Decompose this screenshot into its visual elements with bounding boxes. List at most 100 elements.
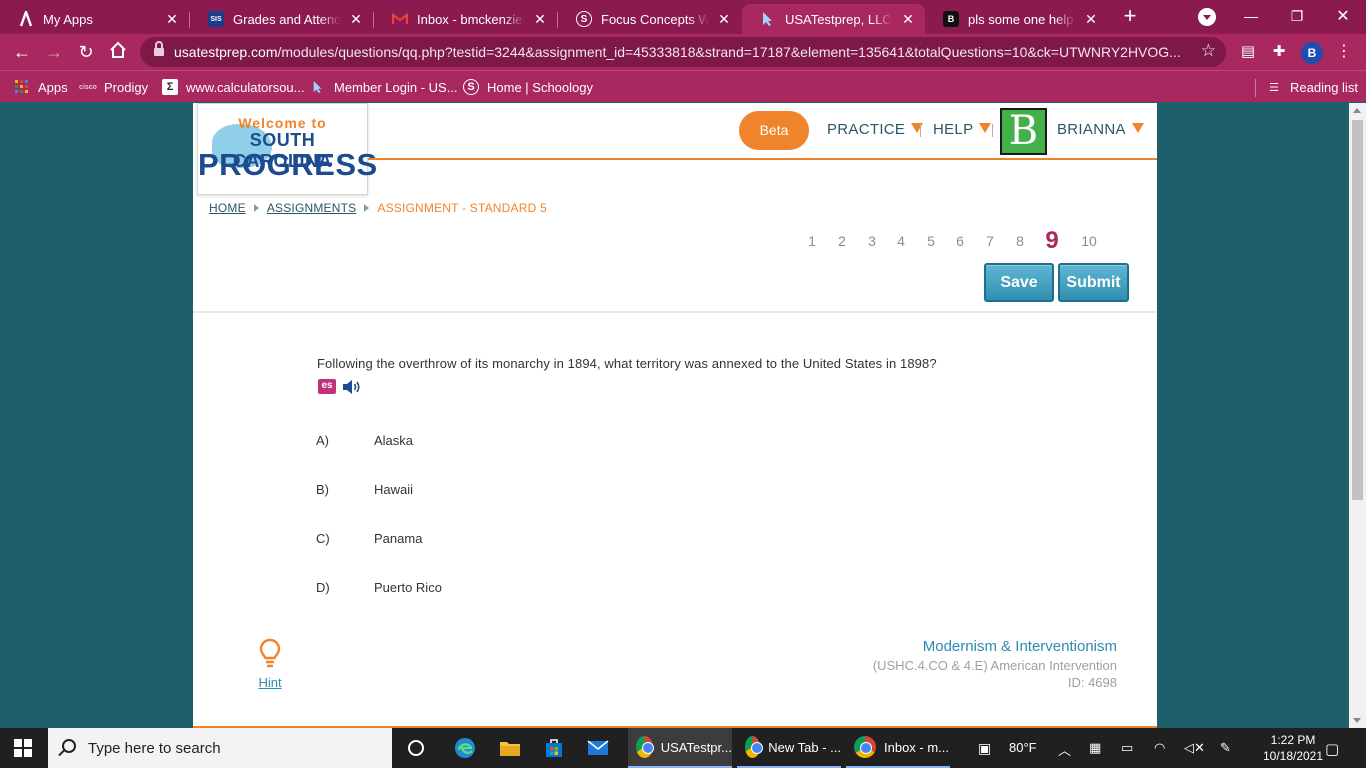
scrollbar-thumb[interactable] <box>1352 120 1363 500</box>
close-icon[interactable]: ✕ <box>717 11 731 28</box>
question-number-2[interactable]: 2 <box>832 233 852 249</box>
bookmark-schoology[interactable]: S Home | Schoology <box>463 77 593 97</box>
notifications-icon[interactable]: ▢ <box>1325 740 1339 758</box>
user-menu[interactable]: BRIANNA <box>1057 121 1144 138</box>
question-number-4[interactable]: 4 <box>891 233 911 249</box>
close-icon[interactable]: ✕ <box>901 11 915 28</box>
prodigy-icon: cisco <box>79 83 97 91</box>
reading-list-icon: ☰ <box>1269 81 1279 94</box>
scroll-down-icon[interactable] <box>1353 718 1361 723</box>
cortana-icon[interactable] <box>404 736 428 760</box>
search-placeholder: Type here to search <box>88 740 221 757</box>
question-number-5[interactable]: 5 <box>921 233 941 249</box>
question-number-6[interactable]: 6 <box>950 233 970 249</box>
menu-icon[interactable]: ⋮ <box>1334 42 1354 62</box>
choice-text: Alaska <box>374 433 414 448</box>
question-number-7[interactable]: 7 <box>980 233 1000 249</box>
scroll-up-icon[interactable] <box>1353 108 1361 113</box>
file-explorer-icon[interactable] <box>498 736 522 760</box>
submit-button[interactable]: Submit <box>1058 263 1129 302</box>
bookmark-star-icon[interactable]: ☆ <box>1201 41 1216 61</box>
answer-choice-a[interactable]: A) Alaska <box>316 433 413 448</box>
new-tab-button[interactable]: + <box>1118 5 1142 29</box>
hint-label: Hint <box>258 675 282 690</box>
tab-brainly[interactable]: B pls some one help me ✕ <box>925 4 1108 34</box>
extensions-icon[interactable]: ✚ <box>1269 42 1289 62</box>
question-id: ID: 4698 <box>1067 675 1117 690</box>
reading-list-button[interactable]: ☰ Reading list <box>1266 77 1358 97</box>
pen-icon[interactable]: ✎ <box>1220 740 1231 756</box>
bookmark-label: Home | Schoology <box>487 79 593 95</box>
tab-label: pls some one help me <box>968 11 1076 27</box>
beta-button[interactable]: Beta <box>739 111 809 150</box>
taskbar-clock[interactable]: 1:22 PM 10/18/2021 <box>1262 732 1324 764</box>
tab-my-apps[interactable]: My Apps ✕ <box>0 4 189 34</box>
tab-label: Inbox - bmckenzie541 <box>417 11 525 27</box>
answer-choice-c[interactable]: C) Panama <box>316 531 422 546</box>
tab-usatestprep[interactable]: USATestprep, LLC - On ✕ <box>742 4 925 34</box>
volume-muted-icon[interactable]: ◁✕ <box>1184 740 1205 756</box>
taskbar-search-input[interactable]: Type here to search <box>48 728 392 768</box>
address-bar[interactable]: usatestprep.com/modules/questions/qq.php… <box>140 37 1226 67</box>
close-icon[interactable]: ✕ <box>533 11 547 28</box>
tray-chevron-up-icon[interactable]: ︿ <box>1058 740 1071 759</box>
question-number-10[interactable]: 10 <box>1079 233 1099 249</box>
answer-choice-d[interactable]: D) Puerto Rico <box>316 580 442 595</box>
home-icon[interactable] <box>107 41 129 63</box>
answer-choice-b[interactable]: B) Hawaii <box>316 482 413 497</box>
practice-menu[interactable]: PRACTICE <box>827 121 924 138</box>
reload-icon[interactable]: ↻ <box>75 41 97 63</box>
edge-icon[interactable] <box>453 736 477 760</box>
meet-now-icon[interactable]: ▦ <box>1089 740 1101 756</box>
south-carolina-progress-logo[interactable]: Welcome to SOUTH CAROLINA PROGRESS <box>197 103 378 195</box>
save-button[interactable]: Save <box>984 263 1054 302</box>
media-icon[interactable]: ▤ <box>1238 42 1258 62</box>
logo-progress-text: PROGRESS <box>198 147 378 182</box>
reading-list-label: Reading list <box>1290 79 1358 95</box>
windows-start-icon[interactable] <box>14 739 32 757</box>
minimize-icon[interactable]: — <box>1228 0 1274 32</box>
back-icon[interactable]: ← <box>11 41 33 63</box>
question-number-8[interactable]: 8 <box>1010 233 1030 249</box>
weather-text[interactable]: 80°F <box>1009 740 1037 755</box>
window-close-icon[interactable]: ✕ <box>1320 0 1366 32</box>
tab-focus-concepts[interactable]: S Focus Concepts Week ✕ <box>558 4 741 34</box>
spanish-translation-icon[interactable]: es <box>318 379 336 394</box>
bookmark-calculator[interactable]: Σ www.calculatorsou... <box>162 77 305 97</box>
close-icon[interactable]: ✕ <box>349 11 363 28</box>
tab-label: My Apps <box>43 11 93 27</box>
forward-icon[interactable]: → <box>43 41 65 63</box>
speaker-icon[interactable] <box>342 379 362 395</box>
news-widget-icon[interactable]: ▣ <box>978 740 991 757</box>
question-number-1[interactable]: 1 <box>802 233 822 249</box>
taskbar-app-usatestprep[interactable]: USATestpr... <box>628 728 732 768</box>
choice-letter: C) <box>316 531 330 546</box>
breadcrumb-home[interactable]: HOME <box>209 201 246 215</box>
help-menu[interactable]: HELP <box>933 121 992 138</box>
question-number-current[interactable]: 9 <box>1042 227 1062 255</box>
taskbar-app-new-tab[interactable]: New Tab - ... <box>737 728 841 768</box>
close-icon[interactable]: ✕ <box>1084 11 1098 28</box>
question-number-3[interactable]: 3 <box>862 233 882 249</box>
restore-icon[interactable]: ❐ <box>1274 0 1320 32</box>
breadcrumb-assignments[interactable]: ASSIGNMENTS <box>267 201 357 215</box>
battery-icon[interactable]: ▭ <box>1121 740 1133 756</box>
store-icon[interactable] <box>542 736 566 760</box>
bookmark-label: www.calculatorsou... <box>186 79 305 95</box>
bookmark-member-login[interactable]: Member Login - US... <box>310 77 458 97</box>
bookmark-prodigy[interactable]: cisco Prodigy <box>79 77 149 97</box>
close-icon[interactable]: ✕ <box>165 11 179 28</box>
profile-avatar[interactable]: B <box>1301 42 1323 64</box>
page-scrollbar[interactable] <box>1349 103 1366 728</box>
taskbar-app-inbox[interactable]: Inbox - m... <box>846 728 950 768</box>
tab-inbox[interactable]: Inbox - bmckenzie541 ✕ <box>374 4 557 34</box>
user-avatar[interactable]: B <box>1000 108 1047 155</box>
mail-icon[interactable] <box>586 736 610 760</box>
wifi-icon[interactable]: ◠ <box>1154 740 1165 756</box>
lock-icon <box>154 41 164 56</box>
tab-grades-and-attendance[interactable]: SIS Grades and Attendance ✕ <box>190 4 373 34</box>
bookmark-label: Prodigy <box>104 79 149 95</box>
tab-search-icon[interactable] <box>1198 8 1216 26</box>
bookmark-apps[interactable]: Apps <box>14 77 68 97</box>
hint-button[interactable]: Hint <box>255 638 285 690</box>
